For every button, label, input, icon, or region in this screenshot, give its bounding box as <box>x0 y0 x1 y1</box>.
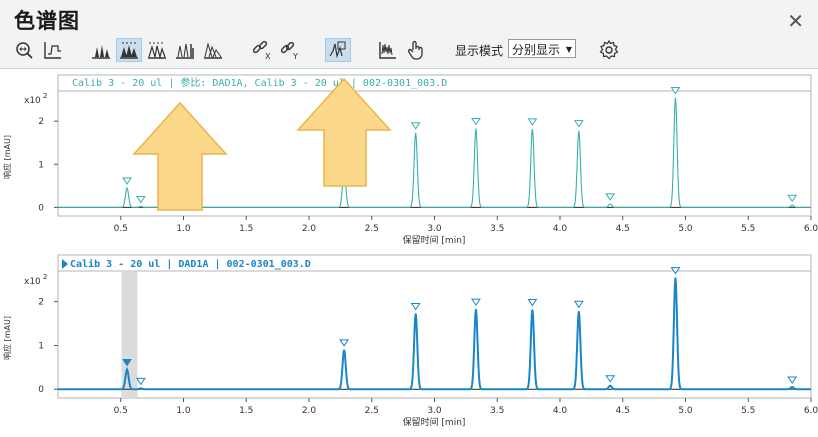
peaks-outline-icon[interactable] <box>144 38 170 62</box>
peaks-filled-icon[interactable] <box>116 38 142 62</box>
top-y-axis-label: 响应 [mAU] <box>2 135 12 179</box>
display-mode-label: 显示模式 <box>455 44 504 58</box>
top-y-tick-label: 2 <box>38 117 44 127</box>
chevron-down-icon: ▼ <box>565 45 572 54</box>
bottom-x-tick-label: 0.5 <box>114 406 128 416</box>
top-x-tick-label: 6.0 <box>804 224 818 234</box>
chromatogram-panel: Calib 3 - 20 ul | 参比: DAD1A, Calib 3 - 2… <box>0 68 818 437</box>
top-x-tick-label: 4.0 <box>553 224 568 234</box>
toolbar: X Y 显示模式 分别显示 ▼ <box>0 36 818 64</box>
top-x-tick-label: 4.5 <box>616 224 630 234</box>
chromatogram-canvas[interactable]: Calib 3 - 20 ul | 参比: DAD1A, Calib 3 - 2… <box>0 69 818 437</box>
bottom-x-tick-label: 5.0 <box>678 406 693 416</box>
zoom-fit-icon[interactable] <box>12 38 38 62</box>
top-y-tick-label: 0 <box>38 203 44 213</box>
peaks-stack-icon[interactable] <box>200 38 226 62</box>
cursor-peak-icon[interactable] <box>325 38 351 62</box>
bottom-y-tick-label: 0 <box>38 385 44 395</box>
bottom-x-tick-label: 6.0 <box>804 406 818 416</box>
close-icon[interactable]: ✕ <box>787 11 804 31</box>
top-x-tick-label: 2.5 <box>365 224 379 234</box>
top-x-tick-label: 3.0 <box>427 224 442 234</box>
bottom-x-tick-label: 2.0 <box>302 406 317 416</box>
bottom-x-tick-label: 4.0 <box>553 406 568 416</box>
bottom-x-tick-label: 1.5 <box>239 406 253 416</box>
hand-pan-icon[interactable] <box>403 38 429 62</box>
bottom-x-tick-label: 3.0 <box>427 406 442 416</box>
bottom-y-tick-label: 1 <box>38 341 44 351</box>
svg-text:Y: Y <box>292 52 298 61</box>
unlink-x-icon[interactable]: X <box>248 38 274 62</box>
bottom-x-tick-label: 2.5 <box>365 406 379 416</box>
bottom-x-tick-label: 1.0 <box>176 406 191 416</box>
bottom-plot-frame <box>57 254 812 399</box>
bottom-y-exponent-power: 2 <box>43 273 47 281</box>
top-x-tick-label: 5.0 <box>678 224 693 234</box>
bottom-chart-header: Calib 3 - 20 ul | DAD1A | 002-0301_003.D <box>70 258 311 270</box>
display-mode-select[interactable]: 分别显示 ▼ <box>508 39 576 58</box>
bottom-y-tick-label: 2 <box>38 298 44 308</box>
top-x-tick-label: 5.5 <box>741 224 755 234</box>
bottom-y-exponent: x10 <box>24 277 41 287</box>
peaks-label-icon[interactable] <box>88 38 114 62</box>
top-chart-header: Calib 3 - 20 ul | 参比: DAD1A, Calib 3 - 2… <box>72 76 447 89</box>
svg-text:X: X <box>265 52 271 61</box>
window-title: 色谱图 <box>14 9 80 33</box>
spectrum-icon[interactable] <box>375 38 401 62</box>
bottom-x-tick-label: 4.5 <box>616 406 630 416</box>
top-y-tick-label: 1 <box>38 160 44 170</box>
top-x-tick-label: 1.5 <box>239 224 253 234</box>
link-y-icon[interactable]: Y <box>276 38 302 62</box>
top-y-exponent: x10 <box>24 96 41 106</box>
top-x-tick-label: 2.0 <box>302 224 317 234</box>
display-mode-value: 分别显示 <box>512 43 561 57</box>
baseline-icon[interactable] <box>40 38 66 62</box>
peaks-bars-icon[interactable] <box>172 38 198 62</box>
settings-gear-icon[interactable] <box>596 38 622 62</box>
top-x-tick-label: 3.5 <box>490 224 504 234</box>
bottom-x-axis-label: 保留时间 [min] <box>403 416 466 428</box>
top-x-tick-label: 1.0 <box>176 224 191 234</box>
bottom-y-axis-label: 响应 [mAU] <box>2 316 12 360</box>
top-y-exponent-power: 2 <box>43 92 47 100</box>
bottom-x-tick-label: 3.5 <box>490 406 504 416</box>
bottom-x-tick-label: 5.5 <box>741 406 755 416</box>
top-x-tick-label: 0.5 <box>114 224 128 234</box>
top-x-axis-label: 保留时间 [min] <box>403 234 466 246</box>
